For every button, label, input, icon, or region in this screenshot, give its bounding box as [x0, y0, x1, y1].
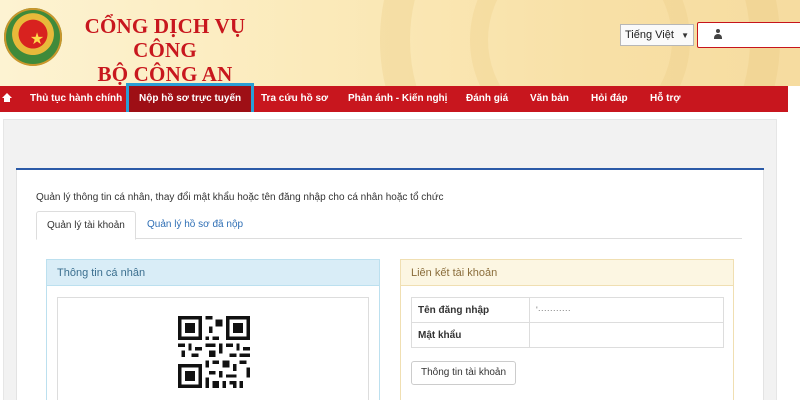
tab-quan-ly-tai-khoan[interactable]: Quản lý tài khoản [36, 211, 136, 240]
tab-quan-ly-ho-so-da-nop[interactable]: Quản lý hồ sơ đã nộp [137, 211, 253, 240]
site-title-line1: CỔNG DỊCH VỤ CÔNG [84, 14, 246, 62]
table-row: Mật khẩu [411, 322, 724, 348]
language-value: Tiếng Việt [625, 29, 674, 41]
qr-container [57, 297, 369, 400]
nav-tra-cuu-ho-so[interactable]: Tra cứu hồ sơ [261, 86, 328, 112]
panel-divider [16, 168, 764, 170]
nav-phan-anh-kien-nghi[interactable]: Phản ánh - Kiến nghị [348, 86, 447, 112]
nav-danh-gia[interactable]: Đánh giá [466, 86, 508, 112]
username-value: '··········· [529, 297, 724, 323]
nav-thu-tuc-hanh-chinh[interactable]: Thủ tục hành chính [30, 86, 122, 112]
qr-code-icon [178, 316, 250, 388]
main-nav: Thủ tục hành chính Nộp hồ sơ trực tuyến … [0, 83, 788, 115]
site-title-line2: BỘ CÔNG AN [97, 62, 233, 86]
star-icon: ★ [29, 29, 45, 48]
table-row: Tên đăng nhập '··········· [411, 297, 724, 323]
intro-text: Quản lý thông tin cá nhân, thay đổi mật … [36, 192, 444, 203]
account-table: Tên đăng nhập '··········· Mật khẩu [411, 297, 724, 348]
site-title[interactable]: CỔNG DỊCH VỤ CÔNG BỘ CÔNG AN [70, 14, 260, 86]
personal-info-title: Thông tin cá nhân [47, 260, 379, 286]
home-icon[interactable] [2, 93, 12, 103]
password-label: Mật khẩu [411, 322, 530, 348]
user-icon [714, 29, 722, 39]
account-link-card: Liên kết tài khoản Tên đăng nhập '······… [400, 259, 734, 400]
nav-van-ban[interactable]: Văn bản [530, 86, 569, 112]
police-emblem-icon[interactable]: ★ [4, 8, 62, 66]
language-select[interactable]: Tiếng Việt ▼ [620, 24, 694, 46]
login-button[interactable] [697, 22, 800, 48]
username-label: Tên đăng nhập [411, 297, 530, 323]
site-header: ★ CỔNG DỊCH VỤ CÔNG BỘ CÔNG AN Tiếng Việ… [0, 0, 800, 86]
nav-ho-tro[interactable]: Hỗ trợ [650, 86, 680, 112]
chevron-down-icon: ▼ [681, 30, 689, 40]
nav-nop-ho-so-truc-tuyen[interactable]: Nộp hồ sơ trực tuyến [125, 83, 255, 115]
account-link-title: Liên kết tài khoản [401, 260, 733, 286]
password-value [529, 322, 724, 348]
personal-info-card: Thông tin cá nhân [46, 259, 380, 400]
account-tabs: Quản lý tài khoản Quản lý hồ sơ đã nộp [36, 211, 742, 240]
account-info-button[interactable]: Thông tin tài khoản [411, 361, 517, 385]
nav-hoi-dap[interactable]: Hỏi đáp [591, 86, 628, 112]
